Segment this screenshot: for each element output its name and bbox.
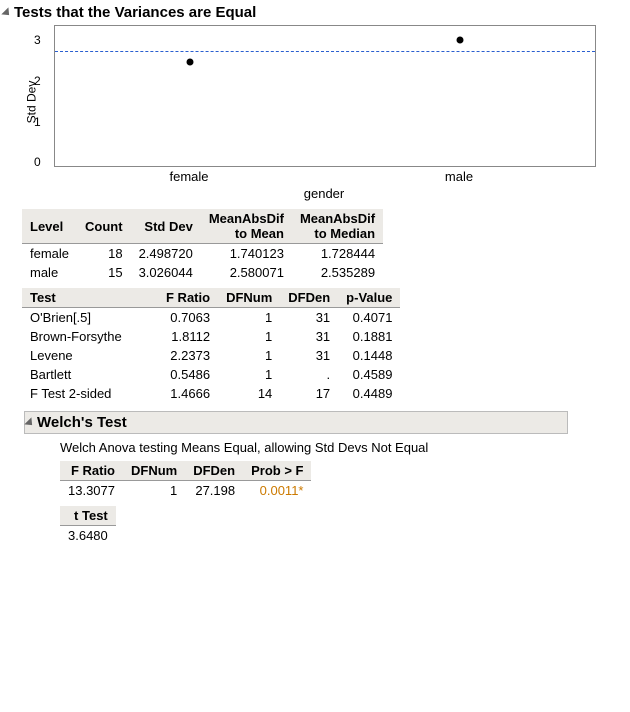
tests-table: Test F Ratio DFNum DFDen p-Value O'Brien…	[22, 288, 400, 403]
summary-table: Level Count Std Dev MeanAbsDifto Mean Me…	[22, 209, 383, 282]
cell-madmean: 2.580071	[201, 263, 292, 282]
cell-level: female	[22, 244, 77, 264]
col-pvalue: p-Value	[338, 288, 400, 308]
col-dfnum: DFNum	[123, 461, 185, 481]
xtick-male: male	[324, 167, 594, 184]
cell-count: 15	[77, 263, 131, 282]
cell-p: 0.4589	[338, 365, 400, 384]
col-dfden: DFDen	[280, 288, 338, 308]
x-axis-ticks: female male	[54, 167, 594, 184]
table-row: O'Brien[.5] 0.7063 1 31 0.4071	[22, 308, 400, 328]
cell-dfn: 1	[218, 308, 280, 328]
col-count: Count	[77, 209, 131, 244]
cell-count: 18	[77, 244, 131, 264]
ytick-2: 2	[34, 74, 41, 88]
section-header-variance[interactable]: Tests that the Variances are Equal	[4, 4, 630, 21]
reference-line	[55, 51, 595, 52]
welch-section: Welch's Test Welch Anova testing Means E…	[24, 411, 630, 545]
welch-title: Welch's Test	[37, 414, 127, 431]
section-title: Tests that the Variances are Equal	[14, 4, 256, 21]
cell-dfn: 1	[218, 346, 280, 365]
col-test: Test	[22, 288, 158, 308]
col-fratio: F Ratio	[60, 461, 123, 481]
cell-ttest: 3.6480	[60, 526, 116, 546]
cell-dfd: .	[280, 365, 338, 384]
welch-table: F Ratio DFNum DFDen Prob > F 13.3077 1 2…	[60, 461, 311, 500]
cell-f: 1.4666	[158, 384, 218, 403]
cell-dfn: 1	[218, 365, 280, 384]
disclosure-triangle-icon[interactable]	[1, 7, 12, 18]
cell-test: F Test 2-sided	[22, 384, 158, 403]
x-axis-label: gender	[54, 184, 594, 201]
cell-stddev: 2.498720	[131, 244, 201, 264]
table-row: Bartlett 0.5486 1 . 0.4589	[22, 365, 400, 384]
table-row: 13.3077 1 27.198 0.0011*	[60, 481, 311, 501]
table-row: male 15 3.026044 2.580071 2.535289	[22, 263, 383, 282]
cell-madmed: 2.535289	[292, 263, 383, 282]
table-row: Levene 2.2373 1 31 0.1448	[22, 346, 400, 365]
cell-f: 2.2373	[158, 346, 218, 365]
disclosure-triangle-icon[interactable]	[24, 417, 35, 428]
ytick-1: 1	[34, 115, 41, 129]
col-stddev: Std Dev	[131, 209, 201, 244]
col-dfnum: DFNum	[218, 288, 280, 308]
cell-dfd: 31	[280, 308, 338, 328]
cell-p: 0.1448	[338, 346, 400, 365]
data-point-female	[187, 59, 194, 66]
cell-test: O'Brien[.5]	[22, 308, 158, 328]
welch-header[interactable]: Welch's Test	[24, 411, 568, 434]
cell-f: 1.8112	[158, 327, 218, 346]
cell-f: 0.7063	[158, 308, 218, 328]
cell-stddev: 3.026044	[131, 263, 201, 282]
col-madmean: MeanAbsDifto Mean	[201, 209, 292, 244]
cell-dfd: 27.198	[185, 481, 243, 501]
table-header-row: F Ratio DFNum DFDen Prob > F	[60, 461, 311, 481]
cell-level: male	[22, 263, 77, 282]
cell-probf: 0.0011*	[243, 481, 311, 501]
col-dfden: DFDen	[185, 461, 243, 481]
plot-area	[54, 25, 596, 167]
table-header-row: Test F Ratio DFNum DFDen p-Value	[22, 288, 400, 308]
col-madmed: MeanAbsDifto Median	[292, 209, 383, 244]
col-fratio: F Ratio	[158, 288, 218, 308]
cell-f: 0.5486	[158, 365, 218, 384]
welch-caption: Welch Anova testing Means Equal, allowin…	[60, 440, 630, 455]
cell-dfn: 1	[218, 327, 280, 346]
ytick-3: 3	[34, 33, 41, 47]
table-row: Brown-Forsythe 1.8112 1 31 0.1881	[22, 327, 400, 346]
xtick-female: female	[54, 167, 324, 184]
table-header-row: t Test	[60, 506, 116, 526]
table-header-row: Level Count Std Dev MeanAbsDifto Mean Me…	[22, 209, 383, 244]
ytick-0: 0	[34, 155, 41, 169]
cell-dfd: 31	[280, 327, 338, 346]
table-row: F Test 2-sided 1.4666 14 17 0.4489	[22, 384, 400, 403]
data-point-male	[457, 37, 464, 44]
stddev-chart: Std Dev 0 1 2 3 female male gender	[24, 25, 630, 201]
col-ttest: t Test	[60, 506, 116, 526]
table-row: female 18 2.498720 1.740123 1.728444	[22, 244, 383, 264]
cell-madmed: 1.728444	[292, 244, 383, 264]
cell-test: Bartlett	[22, 365, 158, 384]
cell-dfn: 1	[123, 481, 185, 501]
ttest-table: t Test 3.6480	[60, 506, 116, 545]
cell-madmean: 1.740123	[201, 244, 292, 264]
cell-f: 13.3077	[60, 481, 123, 501]
cell-p: 0.4489	[338, 384, 400, 403]
cell-test: Brown-Forsythe	[22, 327, 158, 346]
cell-dfd: 31	[280, 346, 338, 365]
cell-test: Levene	[22, 346, 158, 365]
col-level: Level	[22, 209, 77, 244]
cell-dfd: 17	[280, 384, 338, 403]
table-row: 3.6480	[60, 526, 116, 546]
col-probf: Prob > F	[243, 461, 311, 481]
cell-dfn: 14	[218, 384, 280, 403]
cell-p: 0.4071	[338, 308, 400, 328]
cell-p: 0.1881	[338, 327, 400, 346]
